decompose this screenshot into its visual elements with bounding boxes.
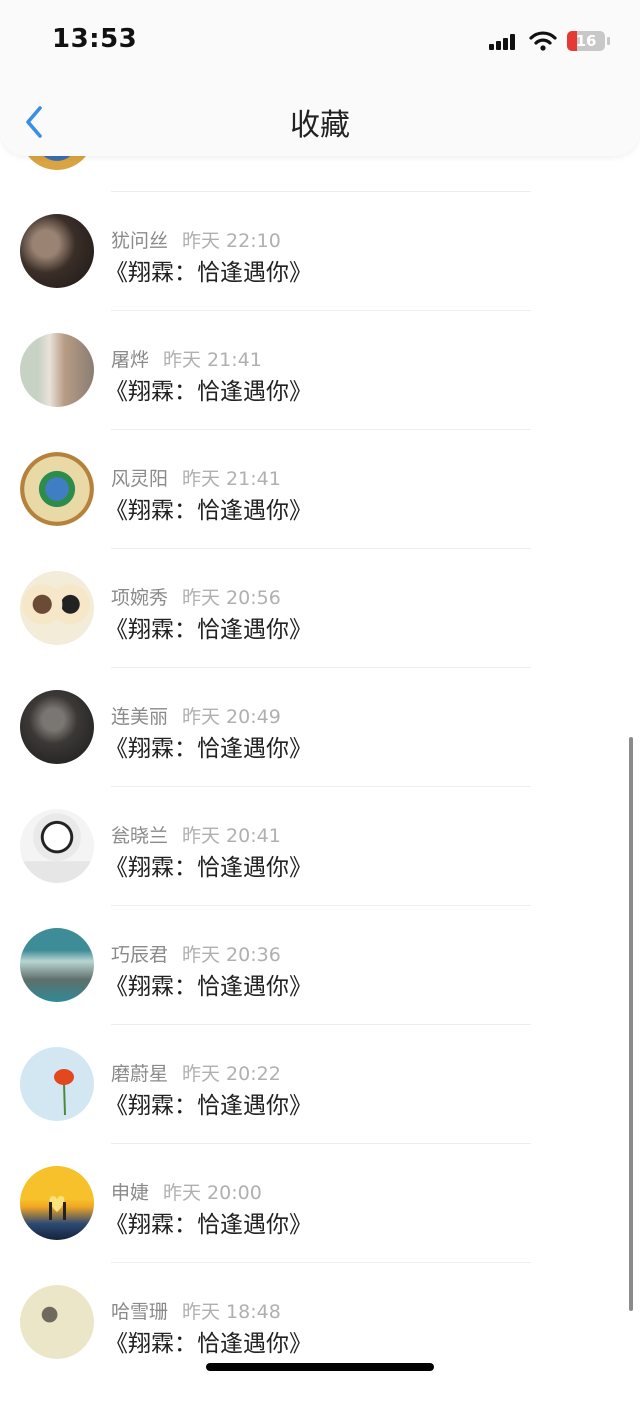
- list-item[interactable]: 瓮晓兰 昨天 20:41 《翔霖：恰逢遇你》: [0, 809, 640, 928]
- avatar: [20, 214, 94, 288]
- divider: [111, 310, 531, 311]
- timestamp: 昨天 20:56: [182, 587, 281, 609]
- status-time: 13:53: [52, 24, 138, 54]
- user-name: 申婕: [111, 1182, 150, 1204]
- user-name: 风灵阳: [111, 468, 169, 490]
- list-item[interactable]: 哈雪珊 昨天 18:48 《翔霖：恰逢遇你》: [0, 1285, 640, 1404]
- timestamp: 昨天 20:49: [182, 706, 281, 728]
- avatar: [20, 333, 94, 407]
- cellular-signal-icon: [489, 32, 519, 50]
- timestamp: 昨天 18:48: [182, 1301, 281, 1323]
- item-title: 《翔霖：恰逢遇你》: [105, 1093, 312, 1119]
- user-name: 瓮晓兰: [111, 825, 169, 847]
- avatar: [20, 928, 94, 1002]
- list-item[interactable]: 连美丽 昨天 20:49 《翔霖：恰逢遇你》: [0, 690, 640, 809]
- list-item[interactable]: 犹问丝 昨天 22:10 《翔霖：恰逢遇你》: [0, 214, 640, 333]
- battery-tip: [607, 37, 610, 45]
- divider: [111, 905, 531, 906]
- user-name: 磨蔚星: [111, 1063, 169, 1085]
- flower-icon: [54, 1069, 74, 1116]
- battery-icon: 16: [567, 31, 605, 51]
- user-name: 哈雪珊: [111, 1301, 169, 1323]
- wifi-icon: [529, 31, 557, 51]
- divider: [111, 548, 531, 549]
- timestamp: 昨天 20:36: [182, 944, 281, 966]
- item-title: 《翔霖：恰逢遇你》: [105, 1212, 312, 1238]
- list-item[interactable]: 巧辰君 昨天 20:36 《翔霖：恰逢遇你》: [0, 928, 640, 1047]
- item-title: 《翔霖：恰逢遇你》: [105, 1331, 312, 1357]
- divider: [111, 191, 531, 192]
- timestamp: 昨天 21:41: [163, 349, 262, 371]
- avatar: [20, 809, 94, 883]
- timestamp: 昨天 20:00: [163, 1182, 262, 1204]
- avatar: [20, 1166, 94, 1240]
- timestamp: 昨天 20:22: [182, 1063, 281, 1085]
- status-icons: 16: [489, 28, 610, 54]
- divider: [111, 667, 531, 668]
- item-title: 《翔霖：恰逢遇你》: [105, 260, 312, 286]
- list-item[interactable]: 项婉秀 昨天 20:56 《翔霖：恰逢遇你》: [0, 571, 640, 690]
- user-name: 项婉秀: [111, 587, 169, 609]
- item-title: 《翔霖：恰逢遇你》: [105, 379, 312, 405]
- home-indicator[interactable]: [206, 1363, 434, 1371]
- divider: [111, 429, 531, 430]
- item-title: 《翔霖：恰逢遇你》: [105, 974, 312, 1000]
- avatar: [20, 1047, 94, 1121]
- item-title: 《翔霖：恰逢遇你》: [105, 855, 312, 881]
- item-title: 《翔霖：恰逢遇你》: [105, 617, 312, 643]
- divider: [111, 1024, 531, 1025]
- battery-level: 16: [575, 32, 597, 50]
- divider: [111, 786, 531, 787]
- user-name: 连美丽: [111, 706, 169, 728]
- list-item[interactable]: 风灵阳 昨天 21:41 《翔霖：恰逢遇你》: [0, 452, 640, 571]
- avatar: [20, 571, 94, 645]
- timestamp: 昨天 22:10: [182, 230, 281, 252]
- list-item[interactable]: 屠烨 昨天 21:41 《翔霖：恰逢遇你》: [0, 333, 640, 452]
- user-name: 犹问丝: [111, 230, 169, 252]
- user-name: 屠烨: [111, 349, 150, 371]
- list-item[interactable]: 磨蔚星 昨天 20:22 《翔霖：恰逢遇你》: [0, 1047, 640, 1166]
- heart-icon: [49, 1196, 66, 1220]
- avatar: [20, 690, 94, 764]
- avatar: [20, 1285, 94, 1359]
- timestamp: 昨天 21:41: [182, 468, 281, 490]
- item-title: 《翔霖：恰逢遇你》: [105, 736, 312, 762]
- page-title: 收藏: [290, 108, 350, 143]
- avatar: [20, 452, 94, 526]
- item-title: 《翔霖：恰逢遇你》: [105, 498, 312, 524]
- divider: [111, 1143, 531, 1144]
- scrollbar[interactable]: [629, 737, 633, 1311]
- divider: [111, 1262, 531, 1263]
- timestamp: 昨天 20:41: [182, 825, 281, 847]
- list-item[interactable]: 申婕 昨天 20:00 《翔霖：恰逢遇你》: [0, 1166, 640, 1285]
- header: 13:53 16 收藏: [0, 0, 640, 156]
- user-name: 巧辰君: [111, 944, 169, 966]
